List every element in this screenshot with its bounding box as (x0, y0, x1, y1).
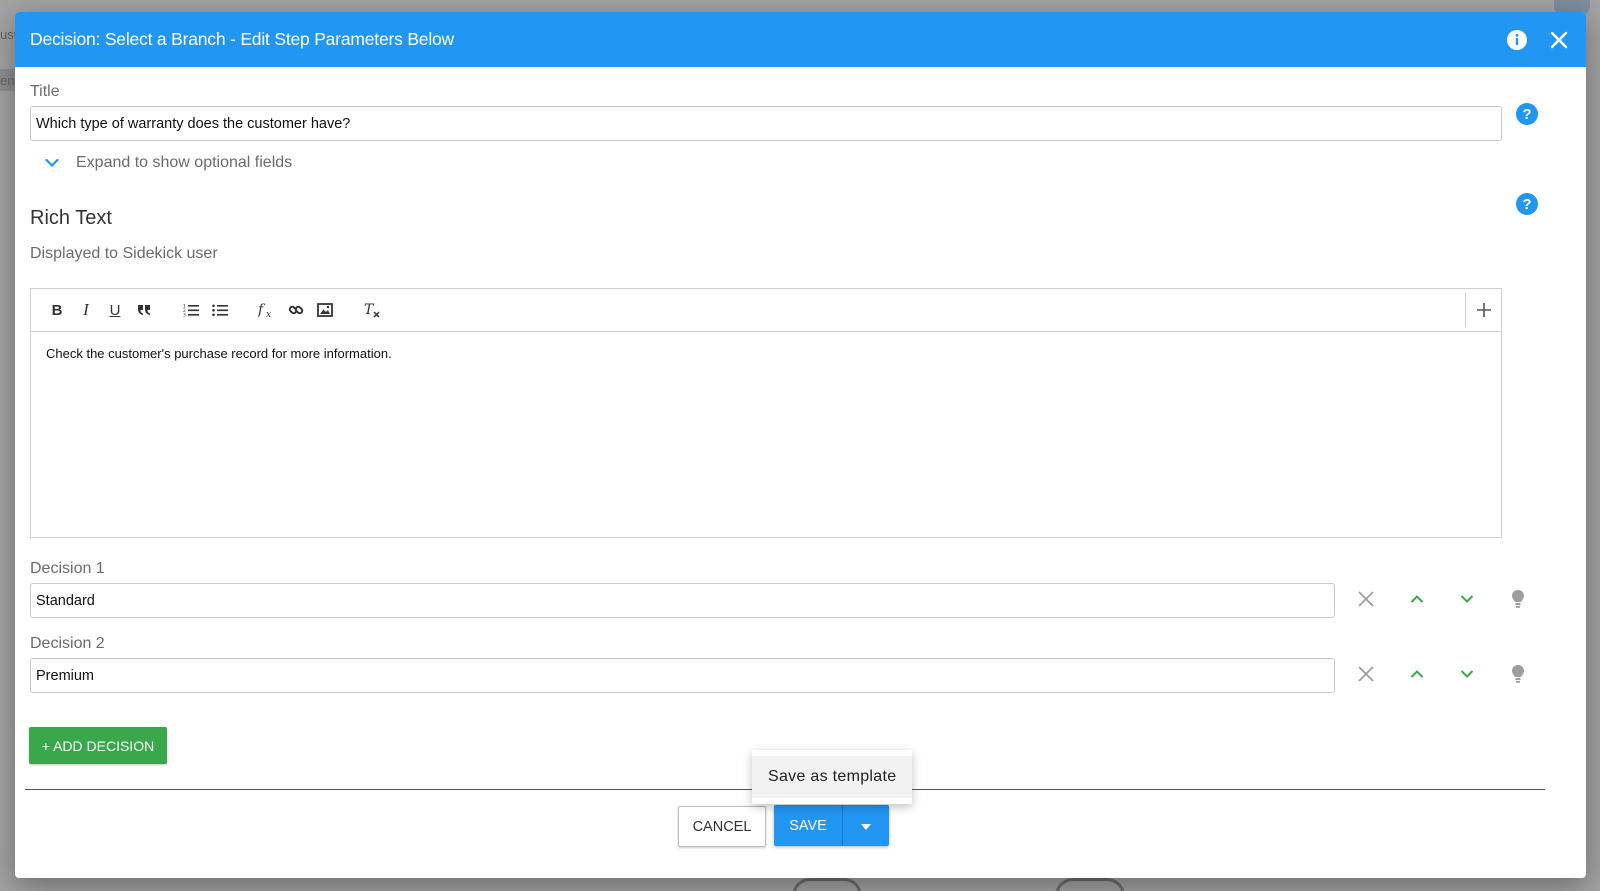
expand-optional-fields-toggle[interactable]: Expand to show optional fields (42, 153, 292, 173)
lightbulb-icon[interactable] (1506, 662, 1530, 686)
bold-icon[interactable]: B (45, 298, 69, 322)
lightbulb-icon[interactable] (1506, 587, 1530, 611)
chevron-down-icon (42, 153, 62, 173)
edit-step-modal: Decision: Select a Branch - Edit Step Pa… (15, 12, 1586, 878)
title-label: Title (30, 83, 60, 100)
save-button-group: SAVE (774, 805, 889, 846)
formula-icon[interactable]: fx (255, 298, 279, 322)
chevron-down-icon[interactable] (1455, 587, 1479, 611)
decision-input[interactable] (30, 658, 1335, 693)
close-icon[interactable] (1547, 28, 1571, 52)
close-icon[interactable] (1354, 587, 1378, 611)
save-button[interactable]: SAVE (774, 805, 843, 846)
background-node (1055, 878, 1125, 891)
background-text-fragment: en (0, 73, 15, 88)
add-decision-button[interactable]: + ADD DECISION (29, 727, 167, 764)
expand-optional-fields-label: Expand to show optional fields (76, 154, 293, 171)
modal-title: Decision: Select a Branch - Edit Step Pa… (30, 29, 454, 49)
chevron-up-icon[interactable] (1405, 587, 1429, 611)
modal-header: Decision: Select a Branch - Edit Step Pa… (15, 12, 1586, 67)
link-icon[interactable] (284, 298, 308, 322)
blockquote-icon[interactable] (132, 298, 156, 322)
svg-text:T: T (364, 302, 375, 318)
info-icon[interactable] (1505, 28, 1529, 52)
svg-text:x: x (266, 310, 271, 318)
clear-formatting-icon[interactable]: T (360, 298, 384, 322)
image-icon[interactable] (313, 298, 337, 322)
decision-input[interactable] (30, 583, 1335, 618)
title-input[interactable] (30, 106, 1502, 141)
help-circle-icon[interactable]: ? (1516, 193, 1538, 215)
rich-text-heading: Rich Text (30, 207, 112, 229)
svg-text:f: f (258, 302, 266, 318)
editor-content[interactable]: Check the customer's purchase record for… (31, 332, 1501, 375)
save-options-menu: Save as template (752, 750, 912, 804)
chevron-down-icon[interactable] (1455, 662, 1479, 686)
save-options-dropdown-button[interactable] (843, 805, 889, 846)
decision-label: Decision 1 (30, 560, 105, 577)
decision-label: Decision 2 (30, 635, 105, 652)
caret-down-icon (861, 818, 871, 833)
plus-icon[interactable] (1465, 293, 1501, 327)
help-circle-icon[interactable]: ? (1516, 103, 1538, 125)
svg-text:3: 3 (183, 313, 186, 318)
italic-icon[interactable]: I (74, 298, 98, 322)
chevron-up-icon[interactable] (1405, 662, 1429, 686)
background-node (792, 878, 862, 891)
save-as-template-menu-item[interactable]: Save as template (752, 756, 912, 798)
ordered-list-icon[interactable]: 123 (179, 298, 203, 322)
underline-icon[interactable]: U (103, 298, 127, 322)
close-icon[interactable] (1354, 662, 1378, 686)
bullet-list-icon[interactable] (208, 298, 232, 322)
rich-text-editor: B I U 123 fx T Check the customer's purc… (30, 288, 1502, 538)
rich-text-subtitle: Displayed to Sidekick user (30, 245, 218, 262)
cancel-button[interactable]: CANCEL (678, 806, 766, 847)
editor-toolbar: B I U 123 fx T (31, 289, 1501, 332)
